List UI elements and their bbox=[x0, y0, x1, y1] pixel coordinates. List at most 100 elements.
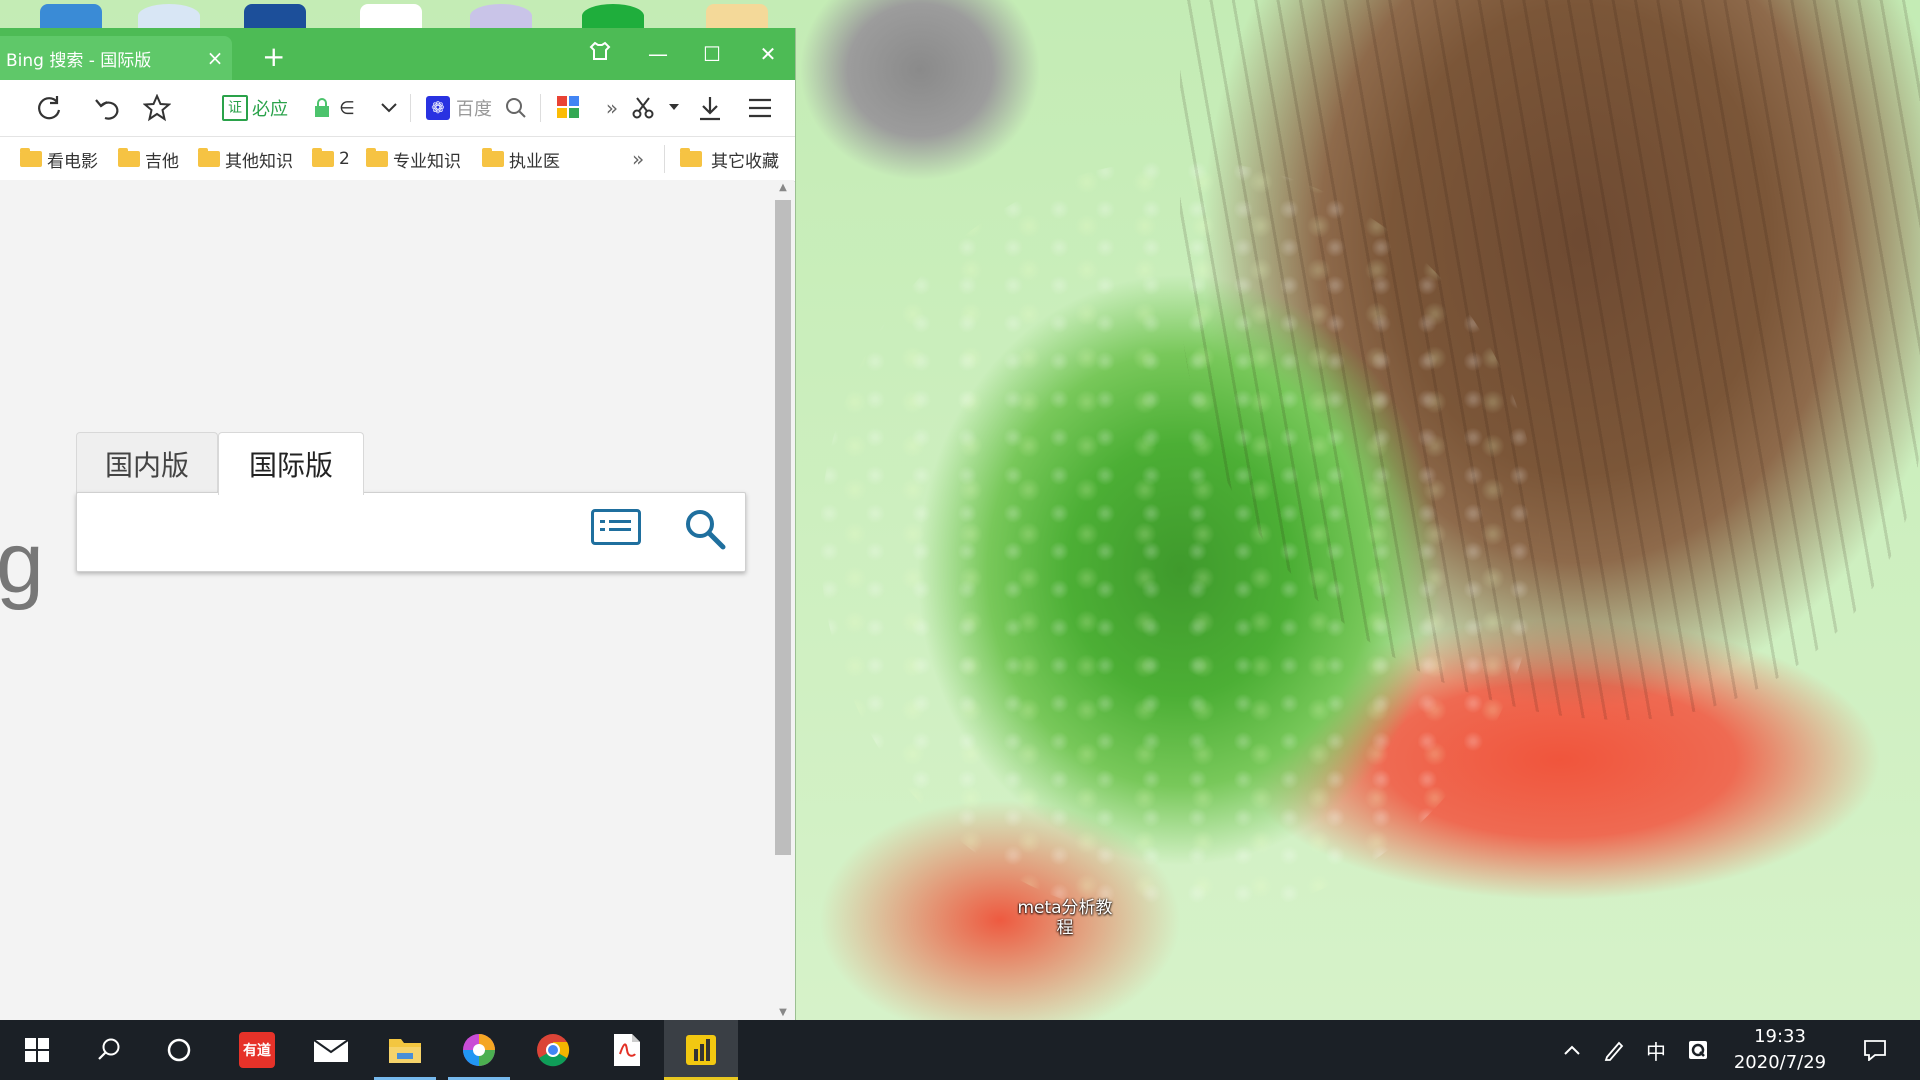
tab-domestic[interactable]: 国内版 bbox=[76, 432, 218, 495]
search-engine-label: 百度 bbox=[456, 99, 492, 120]
new-tab-button[interactable]: + bbox=[262, 40, 285, 73]
favorite-star-icon[interactable] bbox=[132, 80, 182, 136]
bookmark-folder[interactable]: 执业医 bbox=[482, 137, 560, 181]
page-content: g 国内版 国际版 bbox=[0, 180, 772, 1020]
search-icon[interactable] bbox=[500, 80, 532, 136]
desktop-shortcut-icon[interactable] bbox=[360, 4, 422, 28]
folder-icon bbox=[680, 148, 702, 167]
wallpaper-leaves bbox=[820, 160, 1540, 920]
refresh-icon[interactable] bbox=[24, 80, 74, 136]
pdf-icon bbox=[614, 1034, 640, 1066]
tab-international[interactable]: 国际版 bbox=[218, 432, 364, 495]
taskbar-app-chrome[interactable] bbox=[516, 1020, 590, 1080]
taskbar-app-color-picker[interactable] bbox=[442, 1020, 516, 1080]
bookmark-folder[interactable]: 专业知识 bbox=[366, 137, 461, 181]
site-certificate[interactable]: 证 必应 bbox=[222, 94, 288, 122]
ie-mode-icon[interactable]: ∈ bbox=[336, 80, 358, 136]
bookmark-folder[interactable]: 吉他 bbox=[118, 137, 179, 181]
scroll-thumb[interactable] bbox=[775, 200, 791, 855]
chrome-icon bbox=[537, 1034, 570, 1067]
vertical-scrollbar[interactable]: ▲ ▼ bbox=[772, 180, 794, 1020]
desktop-shortcut-label[interactable]: meta分析教程 bbox=[1010, 898, 1120, 938]
color-wheel-icon bbox=[463, 1034, 495, 1066]
close-window-button[interactable]: ✕ bbox=[746, 36, 790, 72]
bookmark-folder[interactable]: 看电影 bbox=[20, 137, 98, 181]
search-input[interactable] bbox=[89, 513, 593, 551]
folder-icon bbox=[482, 148, 504, 167]
caret-down-icon[interactable] bbox=[662, 80, 686, 136]
taskbar-app-power-bi[interactable] bbox=[664, 1020, 738, 1080]
bookmark-folder[interactable]: 2 bbox=[312, 137, 350, 181]
bookmarks-overflow-button[interactable]: » bbox=[632, 137, 644, 181]
youdao-icon: 有道 bbox=[239, 1032, 275, 1068]
scroll-down-icon[interactable]: ▼ bbox=[772, 1007, 794, 1018]
download-icon[interactable] bbox=[692, 80, 728, 136]
folder-icon bbox=[312, 148, 334, 167]
clock-time: 19:33 bbox=[1754, 1026, 1806, 1047]
keyboard-icon[interactable] bbox=[591, 509, 641, 545]
bookmark-folder[interactable]: 其他知识 bbox=[198, 137, 293, 181]
toolbar-divider bbox=[410, 94, 411, 122]
system-clock[interactable]: 19:33 2020/7/29 bbox=[1720, 1020, 1840, 1080]
desktop-shortcut-icon[interactable] bbox=[244, 4, 306, 28]
taskbar-app-pdf[interactable] bbox=[590, 1020, 664, 1080]
maximize-button[interactable]: ☐ bbox=[690, 36, 734, 72]
certificate-label: 必应 bbox=[252, 99, 288, 120]
scroll-up-icon[interactable]: ▲ bbox=[772, 182, 794, 193]
desktop-shortcut-icon[interactable] bbox=[706, 4, 768, 28]
pen-icon[interactable] bbox=[1598, 1020, 1630, 1080]
bookmark-label: 看电影 bbox=[47, 151, 98, 172]
tab-title: Bing 搜索 - 国际版 bbox=[6, 50, 152, 71]
toolbar-divider bbox=[540, 94, 541, 122]
desktop-icons-row bbox=[0, 0, 800, 28]
cortana-button[interactable] bbox=[142, 1020, 216, 1080]
search-engine-selector[interactable]: ❁ 百度 bbox=[426, 94, 492, 122]
menu-icon[interactable] bbox=[740, 80, 780, 136]
lock-icon[interactable] bbox=[308, 80, 336, 136]
ime-indicator[interactable]: 中 bbox=[1640, 1020, 1672, 1080]
folder-icon bbox=[389, 1039, 421, 1063]
browser-tab[interactable]: Bing 搜索 - 国际版 × bbox=[0, 36, 232, 80]
desktop-shortcut-icon[interactable] bbox=[582, 4, 644, 28]
folder-icon bbox=[20, 148, 42, 167]
bookmark-label: 吉他 bbox=[145, 151, 179, 172]
taskbar-app-youdao[interactable]: 有道 bbox=[220, 1020, 294, 1080]
skin-icon[interactable] bbox=[578, 36, 622, 72]
desktop-shortcut-icon[interactable] bbox=[40, 4, 102, 28]
search-icon bbox=[98, 1038, 120, 1060]
start-button[interactable] bbox=[0, 1020, 74, 1080]
more-extensions-button[interactable]: » bbox=[598, 80, 626, 136]
desktop-shortcut-icon[interactable] bbox=[138, 4, 200, 28]
bookmarks-divider bbox=[664, 145, 665, 173]
search-button[interactable] bbox=[72, 1020, 146, 1080]
power-bi-icon bbox=[686, 1035, 716, 1065]
browser-window: Bing 搜索 - 国际版 × + — ☐ ✕ 证 必应 ∈ ❁ 百度 » 看电… bbox=[0, 28, 796, 1020]
chevron-down-icon[interactable] bbox=[372, 80, 406, 136]
search-submit-icon[interactable] bbox=[683, 507, 727, 551]
scissors-icon[interactable] bbox=[626, 80, 660, 136]
toolbar: 证 必应 ∈ ❁ 百度 » bbox=[0, 80, 795, 137]
bookmark-label: 专业知识 bbox=[393, 151, 461, 172]
certificate-icon: 证 bbox=[222, 95, 248, 121]
tab-close-icon[interactable]: × bbox=[198, 46, 232, 70]
bookmark-label: 其他知识 bbox=[225, 151, 293, 172]
bookmarks-bar: 看电影 吉他 其他知识 2 专业知识 执业医 » 其它收藏 bbox=[0, 137, 795, 182]
clock-date: 2020/7/29 bbox=[1733, 1052, 1827, 1073]
folder-icon bbox=[118, 148, 140, 167]
taskbar-app-file-explorer[interactable] bbox=[368, 1020, 442, 1080]
bing-logo-fragment: g bbox=[0, 515, 44, 611]
taskbar: 有道 中 19:33 2020/7/29 bbox=[0, 1020, 1920, 1080]
folder-icon bbox=[366, 148, 388, 167]
undo-icon[interactable] bbox=[82, 80, 132, 136]
minimize-button[interactable]: — bbox=[636, 36, 680, 72]
other-bookmarks-folder[interactable]: 其它收藏 bbox=[680, 137, 779, 181]
show-hidden-icons-chevron-icon[interactable] bbox=[1558, 1020, 1586, 1080]
cortana-circle-icon bbox=[167, 1038, 191, 1062]
desktop-shortcut-icon[interactable] bbox=[470, 4, 532, 28]
apps-grid-icon[interactable] bbox=[557, 96, 579, 118]
baidu-paw-icon: ❁ bbox=[426, 96, 450, 120]
notification-icon[interactable] bbox=[1852, 1020, 1898, 1080]
windows-logo-icon bbox=[25, 1038, 49, 1062]
taskbar-app-mail[interactable] bbox=[294, 1020, 368, 1080]
input-method-icon[interactable] bbox=[1682, 1020, 1714, 1080]
